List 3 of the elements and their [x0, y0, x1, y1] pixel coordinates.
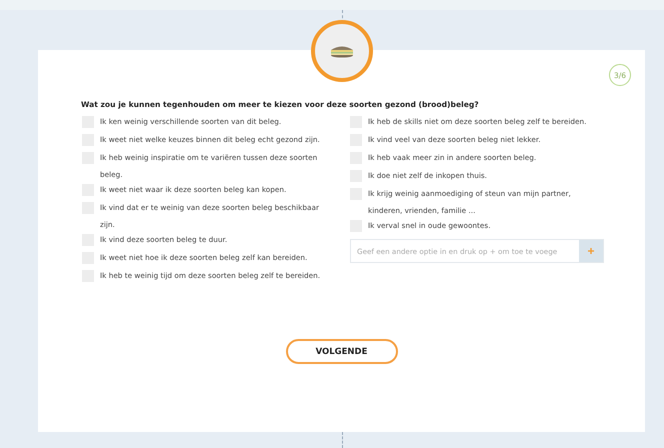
next-button[interactable]: VOLGENDE	[286, 339, 398, 364]
sandwich-icon	[329, 44, 355, 58]
add-button[interactable]: +	[579, 240, 603, 262]
